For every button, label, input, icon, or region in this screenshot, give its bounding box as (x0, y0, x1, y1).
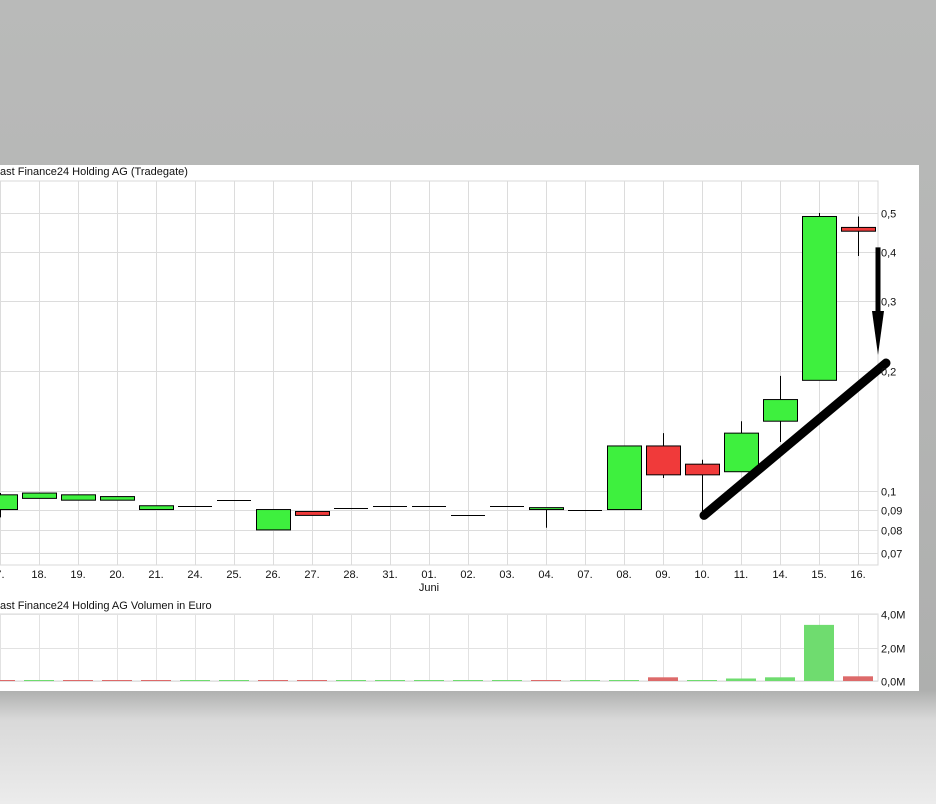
x-tick-label: 08. (616, 569, 631, 581)
x-tick-label: 31. (382, 569, 397, 581)
month-label: Juni (419, 582, 439, 594)
volume-bar (297, 680, 327, 681)
x-tick-label: 26. (265, 569, 280, 581)
y-tick-label: 0,07 (881, 549, 902, 561)
price-x-axis: 7. 18. 19. 20. 21. 24. 25. 26. 27. 28. 31. 01. 02. 03… (0, 569, 866, 581)
x-tick-label: 11. (734, 569, 748, 581)
volume-bar (102, 680, 132, 681)
volume-bar (141, 680, 171, 681)
candle-up (607, 445, 642, 511)
volume-bar (453, 680, 483, 681)
candle-up (802, 215, 837, 381)
volume-bar (687, 680, 717, 681)
x-tick-label: 7. (0, 569, 5, 581)
volume-y-tick-label: 2,0M (881, 644, 905, 656)
x-tick-label: 19. (70, 569, 85, 581)
candle-up (256, 509, 291, 531)
volume-bar (375, 680, 405, 681)
candle-up (139, 505, 174, 511)
candle-up (0, 494, 18, 511)
candle-up (100, 496, 135, 501)
y-tick-label: 0,3 (881, 297, 896, 309)
y-tick-label: 0,2 (881, 367, 896, 379)
volume-chart-title: ast Finance24 Holding AG Volumen in Euro (0, 600, 212, 612)
price-grid (0, 180, 879, 566)
x-tick-label: 14. (772, 569, 787, 581)
x-tick-label: 25. (226, 569, 241, 581)
y-tick-label: 0,5 (881, 209, 896, 221)
x-tick-label: 15. (811, 569, 826, 581)
volume-y-axis: 0,0M 2,0M 4,0M (881, 610, 905, 689)
x-tick-label: 02. (460, 569, 475, 581)
volume-bar (0, 680, 15, 681)
x-tick-label: 18. (31, 569, 46, 581)
candle-up (22, 492, 57, 499)
x-tick-label: 24. (187, 569, 202, 581)
chart-panel: ast Finance24 Holding AG (Tradegate) 0,5… (0, 165, 919, 691)
volume-bar (336, 680, 366, 681)
volume-bar (63, 680, 93, 681)
x-tick-label: 01. (421, 569, 436, 581)
x-tick-label: 21. (148, 569, 163, 581)
x-tick-label: 27. (304, 569, 319, 581)
volume-bar (804, 624, 834, 681)
x-tick-label: 20. (109, 569, 124, 581)
y-tick-label: 0,08 (881, 526, 902, 538)
volume-bar (648, 677, 678, 681)
y-tick-label: 0,1 (881, 487, 896, 499)
price-y-axis: 0,5 0,4 0,3 0,2 0,1 0,09 0,08 0,07 (881, 209, 902, 561)
candle-down (646, 445, 681, 476)
x-tick-label: 10. (694, 569, 709, 581)
candle-up (529, 507, 564, 511)
x-tick-label: 09. (655, 569, 670, 581)
y-tick-label: 0,4 (881, 248, 896, 260)
volume-plot-frame (0, 613, 879, 682)
x-tick-label: 28. (343, 569, 358, 581)
volume-bar (24, 680, 54, 681)
y-tick-label: 0,09 (881, 506, 902, 518)
chart-canvas: ast Finance24 Holding AG (Tradegate) 0,5… (0, 166, 905, 689)
x-tick-label: 04. (538, 569, 553, 581)
volume-bar (726, 678, 756, 681)
candle-down (841, 226, 876, 232)
candle-up (724, 432, 759, 473)
volume-bar (180, 680, 210, 681)
candle-down (685, 463, 720, 476)
price-chart-title: ast Finance24 Holding AG (Tradegate) (0, 166, 188, 178)
volume-bar (570, 680, 600, 681)
volume-bar (258, 680, 288, 681)
volume-y-tick-label: 0,0M (881, 677, 905, 689)
volume-y-tick-label: 4,0M (881, 610, 905, 622)
volume-bar (765, 677, 795, 681)
price-plot-frame (0, 180, 879, 566)
volume-grid (0, 613, 879, 682)
candle-up (763, 399, 798, 422)
candle-up (61, 494, 96, 501)
x-tick-label: 03. (499, 569, 514, 581)
volume-bar (414, 680, 444, 681)
volume-bar (219, 680, 249, 681)
volume-bar (609, 680, 639, 681)
x-tick-label: 07. (577, 569, 592, 581)
x-tick-label: 16. (850, 569, 865, 581)
volume-bar (531, 680, 561, 681)
candle-down (295, 510, 330, 516)
volume-bar (492, 680, 522, 681)
volume-bar (843, 676, 873, 681)
